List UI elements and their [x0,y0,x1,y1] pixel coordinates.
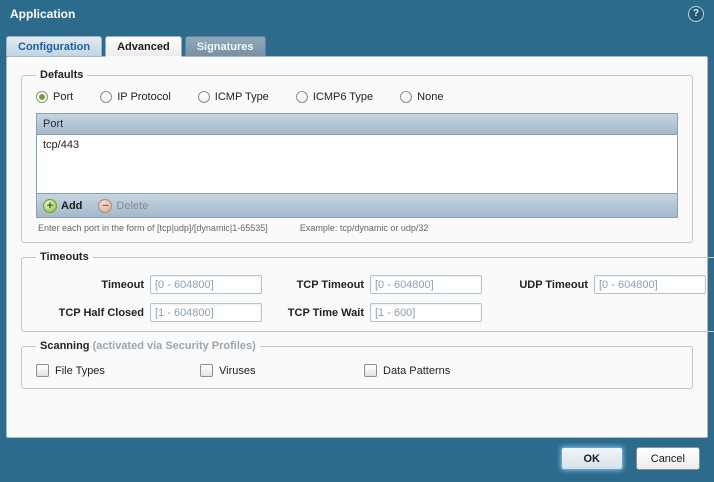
udp-timeout-input[interactable] [594,275,706,294]
tab-advanced[interactable]: Advanced [105,36,182,57]
checkbox-file-types[interactable]: File Types [36,364,200,377]
port-table-header: Port [37,114,677,135]
dialog-footer: OK Cancel [0,438,714,470]
table-row[interactable]: tcp/443 [37,135,677,155]
checkbox-label: Data Patterns [383,365,450,377]
radio-icon [198,91,210,103]
defaults-section: Defaults Port IP Protocol ICMP Type ICMP… [21,69,693,243]
hint-text: Enter each port in the form of [tcp|udp]… [38,223,268,233]
checkbox-icon [200,364,213,377]
radio-icon [400,91,412,103]
port-table-toolbar: + Add − Delete [37,193,677,217]
scanning-legend: Scanning (activated via Security Profile… [36,340,260,352]
delete-button-label: Delete [116,200,148,212]
title-bar: Application ? [0,0,714,28]
hint-example: Example: tcp/dynamic or udp/32 [300,223,429,233]
scanning-section: Scanning (activated via Security Profile… [21,340,693,389]
radio-ip-protocol[interactable]: IP Protocol [100,91,171,103]
tcp-time-wait-input[interactable] [370,303,482,322]
checkbox-viruses[interactable]: Viruses [200,364,364,377]
delete-button[interactable]: − Delete [98,199,148,213]
radio-selected-icon [36,91,48,103]
radio-none[interactable]: None [400,91,443,103]
timeouts-legend: Timeouts [36,251,93,263]
checkbox-label: File Types [55,365,105,377]
scanning-legend-text: Scanning [40,340,90,352]
timeouts-section: Timeouts Timeout TCP Timeout UDP Timeout… [21,251,714,332]
default-type-radio-group: Port IP Protocol ICMP Type ICMP6 Type No… [36,91,682,103]
tab-signatures[interactable]: Signatures [185,36,266,56]
defaults-legend: Defaults [36,69,87,81]
ok-button[interactable]: OK [561,447,623,470]
radio-port[interactable]: Port [36,91,73,103]
radio-icmp-type[interactable]: ICMP Type [198,91,269,103]
checkbox-label: Viruses [219,365,255,377]
dialog-title: Application [10,7,75,21]
radio-label: ICMP6 Type [313,91,373,103]
scanning-checkbox-group: File Types Viruses Data Patterns [36,364,682,377]
field-label-tcp-time-wait: TCP Time Wait [268,307,364,319]
port-format-hint: Enter each port in the form of [tcp|udp]… [38,223,682,233]
timeouts-grid: Timeout TCP Timeout UDP Timeout TCP Half… [32,275,706,322]
advanced-tab-panel: Defaults Port IP Protocol ICMP Type ICMP… [6,56,708,438]
tab-configuration[interactable]: Configuration [6,36,102,56]
add-button-label: Add [61,200,82,212]
cancel-button[interactable]: Cancel [636,447,700,470]
add-button[interactable]: + Add [43,199,82,213]
tcp-timeout-input[interactable] [370,275,482,294]
field-label-tcp-half-closed: TCP Half Closed [32,307,144,319]
radio-label: IP Protocol [117,91,171,103]
field-label-timeout: Timeout [32,279,144,291]
port-table: Port tcp/443 + Add − Delete [36,113,678,218]
checkbox-data-patterns[interactable]: Data Patterns [364,364,528,377]
tab-bar: Configuration Advanced Signatures [6,34,714,56]
application-dialog: Application ? Configuration Advanced Sig… [0,0,714,470]
checkbox-icon [36,364,49,377]
radio-label: None [417,91,443,103]
radio-icon [100,91,112,103]
radio-icon [296,91,308,103]
tcp-half-closed-input[interactable] [150,303,262,322]
checkbox-icon [364,364,377,377]
add-icon: + [43,199,57,213]
radio-label: Port [53,91,73,103]
scanning-legend-note: (activated via Security Profiles) [93,340,256,352]
delete-icon: − [98,199,112,213]
field-label-udp-timeout: UDP Timeout [488,279,588,291]
timeout-input[interactable] [150,275,262,294]
radio-label: ICMP Type [215,91,269,103]
field-label-tcp-timeout: TCP Timeout [268,279,364,291]
help-icon[interactable]: ? [688,6,704,22]
radio-icmp6-type[interactable]: ICMP6 Type [296,91,373,103]
port-table-body[interactable]: tcp/443 [37,135,677,193]
